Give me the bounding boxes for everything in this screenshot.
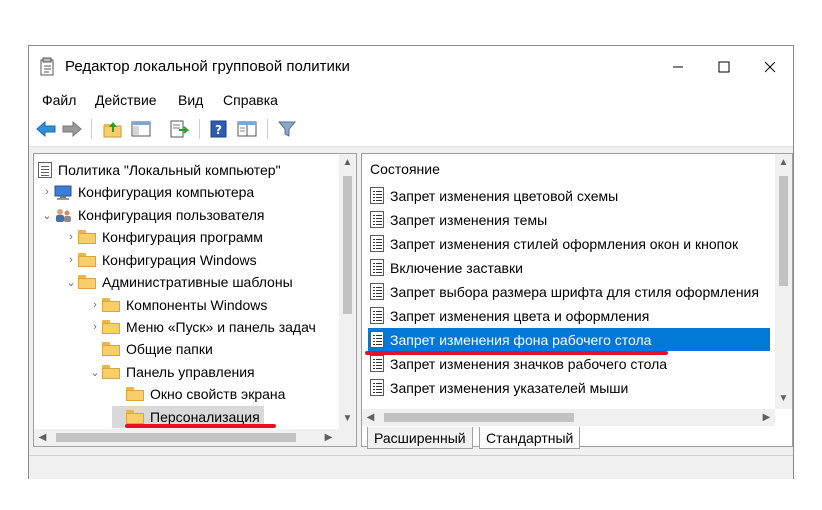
- tree-item-user-config[interactable]: ⌄ Конфигурация пользователя: [40, 204, 264, 226]
- policy-setting-icon: [370, 331, 384, 348]
- scroll-thumb[interactable]: [56, 433, 296, 442]
- list-item[interactable]: Запрет изменения значков рабочего стола: [368, 352, 770, 375]
- policy-setting-icon: [370, 355, 384, 372]
- scroll-thumb[interactable]: [384, 413, 574, 422]
- list-horizontal-scrollbar[interactable]: ◀ ▶: [362, 409, 775, 426]
- scroll-down-icon[interactable]: ▼: [775, 390, 792, 407]
- gpedit-window: Редактор локальной групповой политики Фа…: [28, 45, 794, 479]
- policy-setting-icon: [370, 283, 384, 300]
- folder-icon: [102, 365, 120, 379]
- gpedit-app-icon: [39, 57, 57, 77]
- folder-icon: [102, 298, 120, 312]
- tree-item-software-settings[interactable]: › Конфигурация программ: [64, 226, 263, 248]
- scroll-thumb[interactable]: [343, 176, 352, 314]
- menu-action[interactable]: Действие: [95, 92, 157, 108]
- forward-icon[interactable]: [60, 118, 84, 140]
- toolbar: ?: [29, 113, 793, 147]
- scroll-right-icon[interactable]: ▶: [320, 429, 337, 446]
- scroll-right-icon[interactable]: ▶: [758, 409, 775, 426]
- list-item-selected[interactable]: Запрет изменения фона рабочего стола: [368, 328, 770, 351]
- filter-icon[interactable]: [275, 118, 299, 140]
- tree-item-control-panel[interactable]: ⌄ Панель управления: [88, 361, 254, 383]
- toolbar-separator: [267, 119, 268, 139]
- help-icon[interactable]: ?: [207, 118, 231, 140]
- folder-icon: [78, 230, 96, 244]
- maximize-button[interactable]: [701, 46, 747, 87]
- policy-setting-icon: [370, 211, 384, 228]
- chevron-right-icon[interactable]: ›: [88, 299, 102, 311]
- tree-item-computer-config[interactable]: › Конфигурация компьютера: [40, 181, 254, 203]
- scroll-down-icon[interactable]: ▼: [339, 410, 356, 427]
- tree-horizontal-scrollbar[interactable]: ◀ ▶: [34, 429, 356, 446]
- scroll-left-icon[interactable]: ◀: [34, 429, 51, 446]
- list-vertical-scrollbar[interactable]: ▲ ▼: [775, 154, 792, 409]
- tree-item-display[interactable]: Окно свойств экрана: [112, 383, 285, 405]
- annotation-underline-personalization: [125, 424, 276, 428]
- policy-setting-icon: [370, 379, 384, 396]
- settings-list-pane[interactable]: Состояние Запрет изменения цветовой схем…: [361, 153, 793, 447]
- scroll-up-icon[interactable]: ▲: [775, 154, 792, 171]
- export-list-icon[interactable]: [167, 118, 191, 140]
- tab-extended[interactable]: Расширенный: [367, 427, 473, 449]
- tree-item-admin-templates[interactable]: ⌄ Административные шаблоны: [64, 271, 292, 293]
- scroll-up-icon[interactable]: ▲: [339, 154, 356, 171]
- chevron-right-icon[interactable]: ›: [64, 254, 78, 266]
- toolbar-separator: [91, 119, 92, 139]
- folder-icon: [126, 387, 144, 401]
- chevron-right-icon[interactable]: ›: [40, 186, 54, 198]
- chevron-right-icon[interactable]: ›: [88, 321, 102, 333]
- up-folder-icon[interactable]: [101, 118, 125, 140]
- scroll-thumb[interactable]: [779, 176, 788, 286]
- back-icon[interactable]: [34, 118, 58, 140]
- tree-root[interactable]: Политика "Локальный компьютер": [38, 159, 281, 181]
- svg-text:?: ?: [215, 123, 222, 137]
- close-button[interactable]: [747, 46, 793, 87]
- folder-icon: [102, 342, 120, 356]
- policy-setting-icon: [370, 307, 384, 324]
- policy-document-icon: [38, 162, 52, 178]
- tree-item-windows-settings[interactable]: › Конфигурация Windows: [64, 249, 256, 271]
- title-bar[interactable]: Редактор локальной групповой политики: [29, 46, 793, 87]
- tree-item-shared-folders[interactable]: Общие папки: [88, 338, 213, 360]
- policy-setting-icon: [370, 187, 384, 204]
- scroll-left-icon[interactable]: ◀: [362, 409, 379, 426]
- list-item[interactable]: Запрет выбора размера шрифта для стиля о…: [368, 280, 770, 303]
- annotation-underline-wallpaper: [365, 351, 668, 355]
- menu-view[interactable]: Вид: [178, 92, 203, 108]
- tree-item-windows-components[interactable]: › Компоненты Windows: [88, 294, 267, 316]
- window-title: Редактор локальной групповой политики: [65, 58, 350, 75]
- list-item[interactable]: Запрет изменения темы: [368, 208, 770, 231]
- policy-setting-icon: [370, 259, 384, 276]
- list-item[interactable]: Запрет изменения цветовой схемы: [368, 184, 770, 207]
- properties-pane-icon[interactable]: [235, 118, 259, 140]
- minimize-button[interactable]: [655, 46, 701, 87]
- folder-icon: [78, 275, 96, 289]
- computer-icon: [54, 185, 72, 200]
- folder-icon: [78, 253, 96, 267]
- toolbar-separator: [199, 119, 200, 139]
- list-item[interactable]: Запрет изменения стилей оформления окон …: [368, 232, 770, 255]
- tree-pane[interactable]: Политика "Локальный компьютер" › Конфигу…: [33, 153, 357, 447]
- menu-help[interactable]: Справка: [223, 92, 278, 108]
- chevron-right-icon[interactable]: ›: [64, 231, 78, 243]
- chevron-down-icon[interactable]: ⌄: [88, 366, 102, 379]
- folder-icon: [126, 410, 144, 424]
- tree-item-start-menu[interactable]: › Меню «Пуск» и панель задач: [88, 316, 316, 338]
- list-item[interactable]: Включение заставки: [368, 256, 770, 279]
- tree-vertical-scrollbar[interactable]: ▲ ▼: [339, 154, 356, 429]
- users-icon: [54, 207, 72, 223]
- chevron-down-icon[interactable]: ⌄: [64, 276, 78, 289]
- list-item[interactable]: Запрет изменения цвета и оформления: [368, 304, 770, 327]
- menu-bar: Файл Действие Вид Справка: [29, 87, 793, 113]
- chevron-down-icon[interactable]: ⌄: [40, 209, 54, 222]
- list-item[interactable]: Запрет изменения указателей мыши: [368, 376, 770, 399]
- folder-icon: [102, 320, 120, 334]
- policy-setting-icon: [370, 235, 384, 252]
- menu-file[interactable]: Файл: [42, 92, 76, 108]
- tab-standard[interactable]: Стандартный: [479, 427, 581, 449]
- status-bar: [29, 455, 793, 479]
- show-hide-tree-icon[interactable]: [129, 118, 153, 140]
- column-header-state[interactable]: Состояние: [370, 161, 440, 177]
